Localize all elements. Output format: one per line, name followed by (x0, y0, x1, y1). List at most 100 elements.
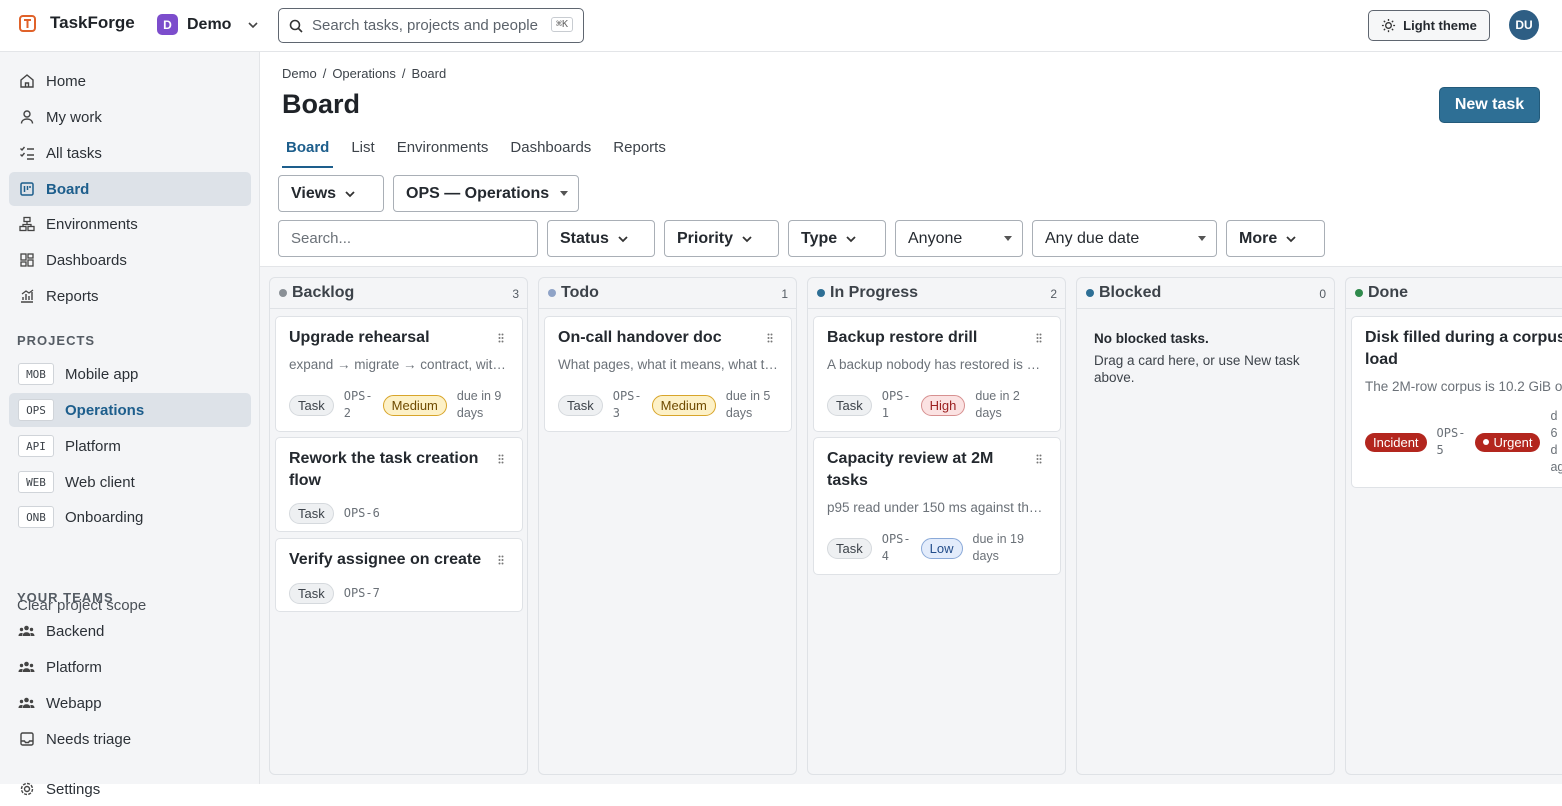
board-search-input[interactable]: Search... (278, 220, 538, 257)
tab-dashboards[interactable]: Dashboards (506, 134, 595, 168)
tab-reports[interactable]: Reports (609, 134, 670, 168)
chevron-down-icon (846, 235, 856, 242)
sidebar-item-reports[interactable]: Reports (9, 279, 251, 313)
page-title: Board (282, 89, 361, 119)
type-badge: Task (289, 583, 334, 604)
due-text: due in 5 days (725, 389, 771, 420)
chevron-down-icon (1286, 235, 1296, 242)
status-dot (279, 289, 287, 297)
status-filter[interactable]: Status (547, 220, 655, 257)
task-card[interactable]: Verify assignee on create Task OPS-7 (275, 538, 523, 612)
breadcrumb-separator: / (401, 66, 406, 81)
task-card[interactable]: Upgrade rehearsal expand → migrate → con… (275, 316, 523, 432)
assignee-select[interactable]: Anyone (895, 220, 1023, 257)
drag-handle-icon[interactable] (1036, 454, 1042, 464)
priority-badge: Medium (382, 394, 447, 416)
sidebar-item-my-work[interactable]: My work (9, 100, 251, 134)
brand[interactable]: TaskForge (18, 13, 135, 33)
sidebar-item-settings[interactable]: Settings (9, 772, 251, 806)
drag-handle-icon[interactable] (767, 333, 773, 343)
status-dot (1355, 289, 1363, 297)
team-label: Needs triage (46, 730, 132, 748)
sidebar-item-label: Reports (46, 287, 99, 305)
status-dot (548, 289, 556, 297)
type-filter[interactable]: Type (788, 220, 886, 257)
caret-down-icon (1004, 236, 1012, 241)
drag-handle-icon[interactable] (498, 454, 504, 464)
team-icon (18, 695, 35, 712)
tab-board[interactable]: Board (282, 134, 334, 168)
drag-handle-icon[interactable] (1036, 333, 1042, 343)
task-key: OPS- 4 (881, 532, 911, 563)
assignee-value: Anyone (908, 229, 963, 247)
global-search-input[interactable]: Search tasks, projects and people ⌘K (278, 8, 584, 43)
sidebar-team-platform[interactable]: Platform (9, 650, 251, 684)
sidebar-team-backend[interactable]: Backend (9, 614, 251, 648)
type-badge: Task (289, 394, 334, 416)
chevron-down-icon (345, 190, 355, 197)
tab-list[interactable]: List (347, 134, 378, 168)
taskforge-logo-icon (19, 15, 36, 32)
type-badge: Task (289, 503, 334, 524)
sidebar-team-webapp[interactable]: Webapp (9, 686, 251, 720)
sidebar-item-label: My work (46, 108, 102, 126)
project-select[interactable]: OPS — Operations (393, 175, 579, 212)
column-header: Backlog 3 (270, 278, 527, 309)
sidebar-project-api[interactable]: API Platform (9, 429, 251, 463)
card-description: What pages, what it means, what to do ne… (558, 357, 778, 372)
sidebar-item-dashboards[interactable]: Dashboards (9, 243, 251, 277)
priority-filter[interactable]: Priority (664, 220, 779, 257)
more-filters-button[interactable]: More (1226, 220, 1325, 257)
tab-environments[interactable]: Environments (393, 134, 493, 168)
column-in-progress: In Progress 2 Backup restore drill A bac… (807, 277, 1066, 775)
breadcrumb-demo[interactable]: Demo (282, 66, 317, 81)
new-task-button[interactable]: New task (1439, 87, 1540, 123)
project-code: OPS (18, 399, 54, 421)
task-card[interactable]: Rework the task creation flow Task OPS-6 (275, 437, 523, 532)
column-title: Todo (561, 284, 599, 301)
views-button[interactable]: Views (278, 175, 384, 212)
views-label: Views (291, 184, 337, 202)
card-meta: Task OPS- 2 Medium due in 9 days (289, 388, 501, 422)
drag-handle-icon[interactable] (498, 333, 504, 343)
projects-heading: PROJECTS (17, 333, 96, 348)
card-description: The 2M-row corpus is 10.2 GiB on disk (1365, 379, 1562, 394)
type-filter-label: Type (801, 229, 838, 247)
theme-toggle-button[interactable]: Light theme (1368, 10, 1490, 41)
sidebar-project-mob[interactable]: MOB Mobile app (9, 357, 251, 391)
priority-badge: Low (920, 537, 963, 559)
card-meta: Incident OPS- 5 Urgent d 6 d ag (1365, 408, 1562, 476)
due-text: due in 19 days (972, 532, 1024, 563)
user-avatar[interactable]: DU (1509, 10, 1539, 40)
priority-badge: High (920, 394, 966, 416)
task-card[interactable]: Disk filled during a corpus load The 2M-… (1351, 316, 1562, 488)
column-count: 2 (1050, 287, 1057, 301)
sidebar-project-ops[interactable]: OPS Operations (9, 393, 251, 427)
chart-icon (18, 288, 35, 305)
breadcrumb-operations[interactable]: Operations (332, 66, 396, 81)
type-badge: Task (558, 394, 603, 416)
task-card[interactable]: Backup restore drill A backup nobody has… (813, 316, 1061, 432)
due-date-select[interactable]: Any due date (1032, 220, 1217, 257)
column-header: In Progress 2 (808, 278, 1065, 309)
sidebar-project-onb[interactable]: ONB Onboarding (9, 500, 251, 534)
sidebar-item-all-tasks[interactable]: All tasks (9, 136, 251, 170)
sidebar-item-home[interactable]: Home (9, 64, 251, 98)
task-key: OPS- 1 (881, 389, 911, 420)
card-meta: Task OPS- 3 Medium due in 5 days (558, 388, 770, 422)
task-card[interactable]: On-call handover doc What pages, what it… (544, 316, 792, 432)
card-meta: Task OPS-6 (289, 503, 380, 524)
empty-state-title: No blocked tasks. (1094, 331, 1209, 346)
column-done: Done Disk filled during a corpus load Th… (1345, 277, 1562, 775)
caret-down-icon (560, 191, 568, 196)
sidebar-item-environments[interactable]: Environments (9, 207, 251, 241)
task-card[interactable]: Capacity review at 2M tasks p95 read und… (813, 437, 1061, 575)
inbox-icon (18, 731, 35, 748)
chevron-down-icon (248, 21, 259, 28)
drag-handle-icon[interactable] (498, 555, 504, 565)
sidebar-project-web[interactable]: WEB Web client (9, 465, 251, 499)
sidebar-needs-triage[interactable]: Needs triage (9, 722, 251, 756)
app-name: TaskForge (50, 13, 135, 32)
workspace-switcher[interactable]: D Demo (157, 14, 260, 35)
sidebar-item-board[interactable]: Board (9, 172, 251, 206)
